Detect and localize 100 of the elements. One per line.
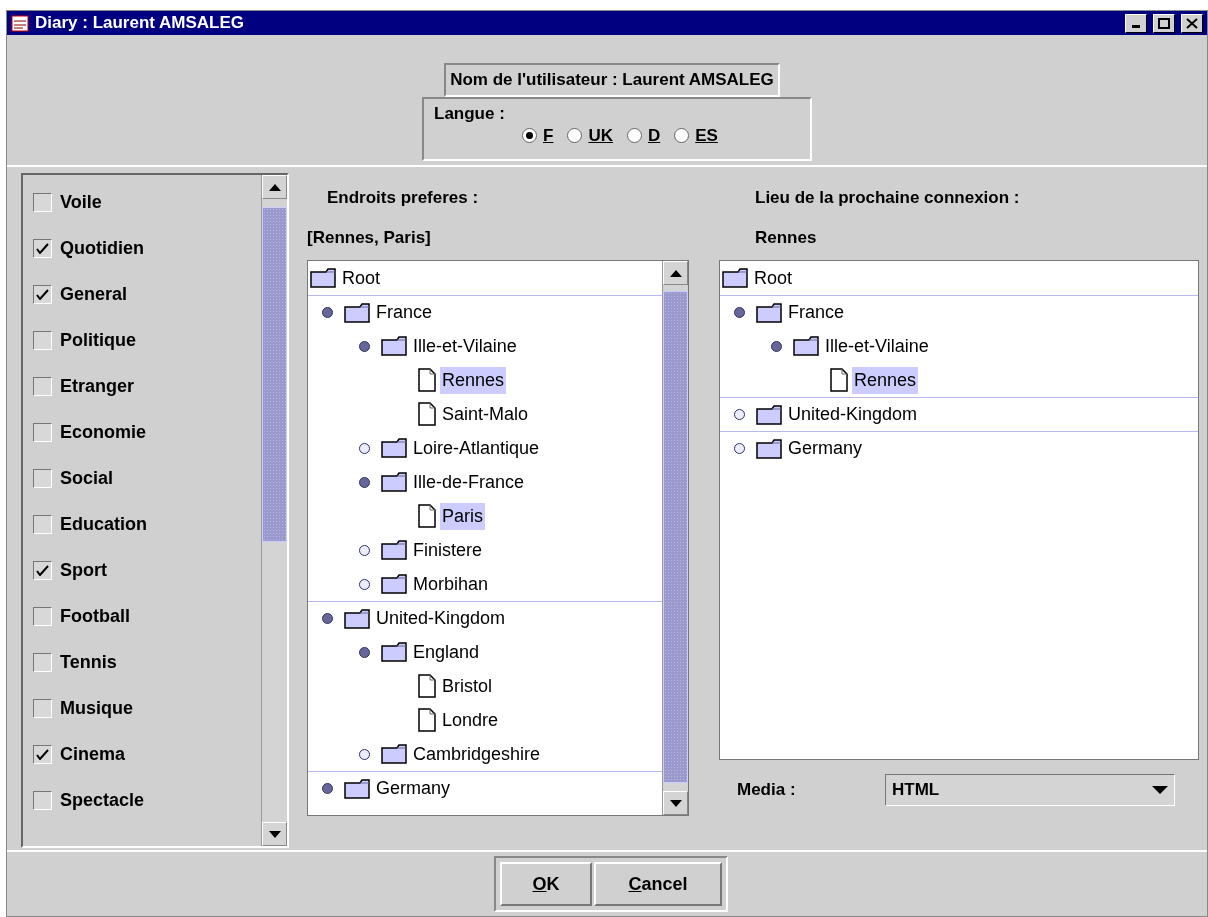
expanded-handle-icon[interactable] xyxy=(358,340,370,352)
folder-icon xyxy=(756,404,782,425)
category-checkbox[interactable]: Voile xyxy=(33,189,261,215)
category-checkbox[interactable]: Quotidien xyxy=(33,235,261,261)
up-arrow-icon xyxy=(669,269,682,277)
collapsed-handle-icon[interactable] xyxy=(358,442,370,454)
tree-node-label[interactable]: Ille-et-Vilaine xyxy=(411,332,519,360)
collapsed-handle-icon[interactable] xyxy=(358,544,370,556)
tree-node-label[interactable]: Loire-Atlantique xyxy=(411,434,542,462)
collapsed-handle-icon[interactable] xyxy=(358,748,370,760)
folder-icon xyxy=(381,574,407,594)
close-button[interactable] xyxy=(1181,13,1203,33)
app-icon xyxy=(11,14,29,32)
scroll-up-button[interactable] xyxy=(663,261,688,285)
expanded-handle-icon[interactable] xyxy=(733,307,745,318)
language-radio[interactable]: F xyxy=(522,123,554,149)
folder-icon xyxy=(381,472,407,492)
tree-node-label[interactable]: Ille-et-Vilaine xyxy=(823,332,931,360)
scroll-up-button[interactable] xyxy=(262,175,287,199)
folder-icon xyxy=(756,438,782,459)
check-icon xyxy=(36,242,49,254)
category-checkbox[interactable]: Etranger xyxy=(33,373,261,399)
down-arrow-icon xyxy=(669,799,682,807)
file-icon xyxy=(418,708,436,732)
scroll-down-button[interactable] xyxy=(262,822,287,846)
check-icon xyxy=(36,288,49,300)
language-radio[interactable]: UK xyxy=(567,123,613,149)
collapsed-handle-icon[interactable] xyxy=(733,409,745,420)
down-arrow-icon xyxy=(268,830,281,838)
expanded-handle-icon[interactable] xyxy=(321,783,333,794)
tree-node-label[interactable]: Root xyxy=(340,264,383,292)
expanded-handle-icon[interactable] xyxy=(321,613,333,624)
category-checkbox[interactable]: Football xyxy=(33,603,261,629)
category-checkbox[interactable]: Spectacle xyxy=(33,787,261,813)
scroll-down-button[interactable] xyxy=(663,791,688,815)
tree-node-label[interactable]: England xyxy=(411,638,482,666)
tree-node-label[interactable]: Germany xyxy=(374,775,453,802)
close-icon xyxy=(1186,17,1198,29)
tree-node-label[interactable]: Rennes xyxy=(440,366,507,394)
folder-icon xyxy=(381,336,407,356)
maximize-button[interactable] xyxy=(1153,13,1175,33)
collapsed-handle-icon[interactable] xyxy=(358,578,370,590)
expanded-handle-icon[interactable] xyxy=(321,307,333,318)
tree-node-label[interactable]: Bristol xyxy=(440,672,494,700)
scroll-thumb[interactable] xyxy=(262,207,287,542)
media-label: Media : xyxy=(737,779,797,802)
category-checkbox[interactable]: Economie xyxy=(33,419,261,445)
category-checkbox[interactable]: Sport xyxy=(33,557,261,583)
folder-icon xyxy=(381,540,407,560)
check-icon xyxy=(36,748,49,760)
minimize-icon xyxy=(1132,24,1140,28)
dropdown-arrow-icon xyxy=(1152,786,1168,794)
file-icon xyxy=(418,504,436,528)
collapsed-handle-icon[interactable] xyxy=(733,443,745,454)
folder-icon xyxy=(381,642,407,662)
folder-icon xyxy=(310,268,336,288)
tree-node-label[interactable]: Finistere xyxy=(411,536,485,564)
tree-node-label[interactable]: Ille-de-France xyxy=(411,468,527,496)
expanded-handle-icon[interactable] xyxy=(770,340,782,352)
media-dropdown[interactable]: HTML xyxy=(885,774,1175,806)
up-arrow-icon xyxy=(268,183,281,191)
tree-node-label[interactable]: Saint-Malo xyxy=(440,400,531,428)
file-icon xyxy=(830,368,848,392)
category-checkbox[interactable]: General xyxy=(33,281,261,307)
category-checkbox[interactable]: Tennis xyxy=(33,649,261,675)
category-checkbox[interactable]: Education xyxy=(33,511,261,537)
file-icon xyxy=(418,368,436,392)
tree-node-label[interactable]: Germany xyxy=(786,435,865,462)
category-checkbox[interactable]: Social xyxy=(33,465,261,491)
tree-node-label[interactable]: Rennes xyxy=(852,366,919,394)
language-radio[interactable]: ES xyxy=(674,123,718,149)
expanded-handle-icon[interactable] xyxy=(358,476,370,488)
cancel-button[interactable]: Cancel xyxy=(594,862,722,906)
favorites-value: [Rennes, Paris] xyxy=(307,226,432,249)
tree-node-label[interactable]: United-Kingdom xyxy=(374,605,508,632)
tree-node-label[interactable]: Cambridgeshire xyxy=(411,740,543,768)
language-radio[interactable]: D xyxy=(626,123,661,149)
expanded-handle-icon[interactable] xyxy=(358,646,370,658)
tree-node-label[interactable]: Londre xyxy=(440,706,501,734)
scrollbar[interactable] xyxy=(261,175,287,846)
ok-button[interactable]: OK xyxy=(500,862,592,906)
category-checkbox[interactable]: Musique xyxy=(33,695,261,721)
user-name-label: Nom de l'utilisateur : Laurent AMSALEG xyxy=(444,63,780,97)
next-connection-value: Rennes xyxy=(755,226,818,249)
tree-node-label[interactable]: France xyxy=(786,299,847,326)
tree-node-label[interactable]: Morbihan xyxy=(411,570,491,598)
check-icon xyxy=(36,564,49,576)
tree-node-label[interactable]: United-Kingdom xyxy=(786,401,920,428)
folder-icon xyxy=(381,744,407,764)
tree-node-label[interactable]: Paris xyxy=(440,502,485,530)
category-checkbox[interactable]: Cinema xyxy=(33,741,261,767)
folder-icon xyxy=(344,608,370,629)
category-checkbox[interactable]: Politique xyxy=(33,327,261,353)
tree-node-label[interactable]: France xyxy=(374,299,435,326)
folder-icon xyxy=(344,302,370,323)
minimize-button[interactable] xyxy=(1125,13,1147,33)
tree-node-label[interactable]: Root xyxy=(752,264,795,292)
window-title: Diary : Laurent AMSALEG xyxy=(35,12,246,35)
folder-icon xyxy=(722,268,748,288)
file-icon xyxy=(418,674,436,698)
